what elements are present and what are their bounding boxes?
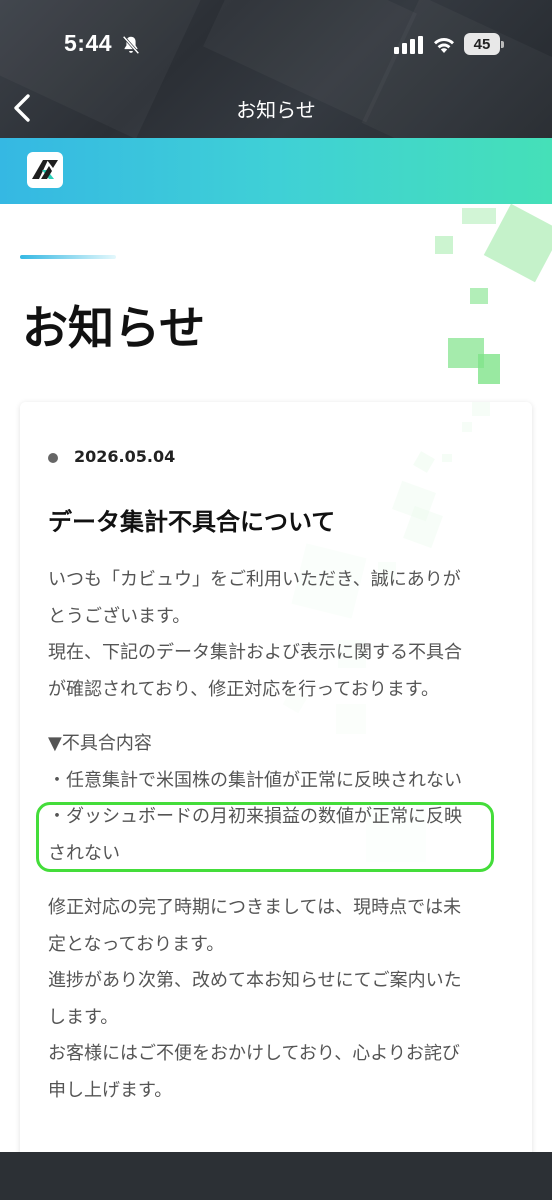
paragraph-followup: 進捗があり次第、改めて本お知らせにてご案内いた します。: [48, 963, 512, 1036]
text-line: お客様にはご不便をおかけしており、心よりお詫び: [48, 1043, 460, 1064]
battery-icon: 45: [464, 33, 504, 55]
status-time: 5:44: [64, 30, 113, 56]
paragraph-greeting: いつも「カビュウ」をご利用いただき、誠にありが とうございます。: [48, 562, 512, 635]
paragraph-timeline: 修正対応の完了時期につきましては、現時点では未 定となっております。: [48, 890, 512, 963]
text-line: 申し上げます。: [48, 1079, 173, 1101]
bell-slash-icon: [122, 35, 140, 55]
text-line: 進捗があり次第、改めて本お知らせにてご案内いた: [48, 970, 462, 991]
paragraph-status: 現在、下記のデータ集計および表示に関する不具合 が確認されており、修正対応を行っ…: [48, 635, 512, 708]
top-bar: 5:44 45 お知らせ: [0, 0, 552, 138]
signal-icon: [394, 36, 423, 54]
app-logo-icon[interactable]: [27, 152, 63, 188]
text-line: が確認されており、修正対応を行っております。: [48, 678, 439, 700]
text-line: 定となっております。: [48, 933, 225, 955]
page-title: お知らせ: [22, 301, 206, 355]
date-bullet-icon: [48, 453, 58, 463]
brand-header: [0, 138, 552, 204]
text-line: します。: [48, 1006, 119, 1028]
paragraph-apology: お客様にはご不便をおかけしており、心よりお詫び 申し上げます。: [48, 1036, 512, 1109]
text-line: 現在、下記のデータ集計および表示に関する不具合: [48, 642, 462, 663]
notice-title: データ集計不具合について: [48, 508, 336, 536]
heading-accent-line: [20, 255, 116, 259]
battery-level: 45: [473, 35, 491, 53]
issues-section: ▼不具合内容 ・任意集計で米国株の集計値が正常に反映されない ・ダッシュボードの…: [48, 726, 512, 872]
nav-title: お知らせ: [236, 98, 316, 122]
notice-date: 2026.05.04: [74, 447, 176, 466]
issue-item: ・任意集計で米国株の集計値が正常に反映されない: [48, 769, 462, 791]
bottom-bar: [0, 1152, 552, 1200]
text-line: いつも「カビュウ」をご利用いただき、誠にありが: [48, 569, 461, 590]
issue-item-continued: されない: [48, 842, 120, 864]
notice-card: 2026.05.04 データ集計不具合について いつも「カビュウ」をご利用いただ…: [20, 402, 532, 1182]
wifi-icon: [434, 37, 454, 53]
text-line: とうございます。: [48, 605, 191, 627]
issues-heading: ▼不具合内容: [48, 733, 152, 754]
text-line: 修正対応の完了時期につきましては、現時点では未: [48, 897, 462, 918]
issue-item: ・ダッシュボードの月初来損益の数値が正常に反映: [48, 806, 462, 827]
